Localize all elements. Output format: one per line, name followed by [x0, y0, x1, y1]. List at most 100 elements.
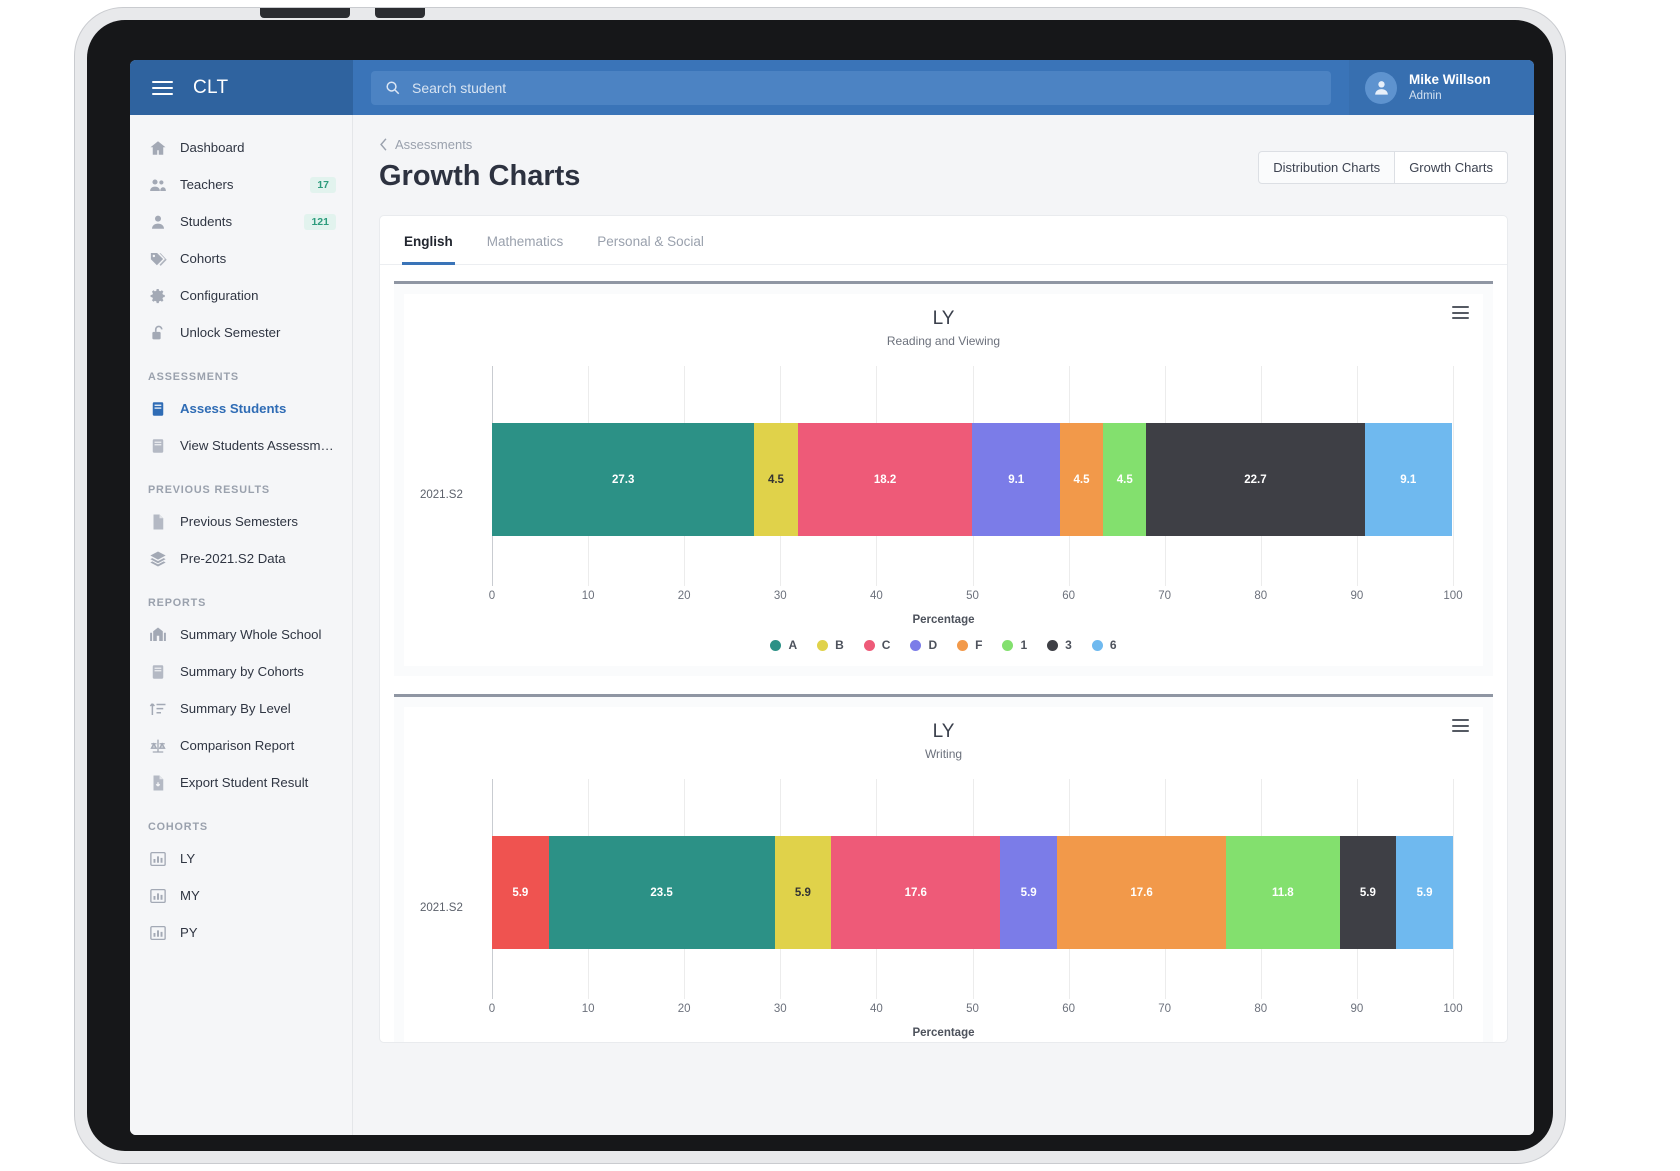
page-header: Assessments Growth Charts Distribution C… — [379, 137, 1508, 193]
sort-icon — [148, 699, 167, 718]
chart-subtitle: Writing — [924, 747, 963, 761]
x-tick-label: 40 — [869, 590, 883, 602]
bar-segment-E[interactable]: 5.9 — [492, 836, 549, 949]
sidebar-item-previous-semesters[interactable]: Previous Semesters — [130, 503, 352, 540]
teachers-icon — [148, 175, 167, 194]
sidebar-item-configuration[interactable]: Configuration — [130, 277, 352, 314]
sidebar-item-ly[interactable]: LY — [130, 840, 352, 877]
book-alt-icon — [148, 662, 167, 681]
chart-type-toggle[interactable]: Distribution Charts Growth Charts — [1258, 151, 1508, 184]
chart-title: LY — [932, 308, 955, 329]
bar-segment-D[interactable]: 5.9 — [1000, 836, 1058, 949]
user-menu[interactable]: Mike Willson Admin — [1349, 60, 1534, 115]
sidebar-item-cohorts[interactable]: Cohorts — [130, 240, 352, 277]
subject-tabs[interactable]: English Mathematics Personal & Social — [380, 216, 1507, 265]
bar-segment-C[interactable]: 17.6 — [831, 836, 1001, 949]
bar-chart-icon — [148, 923, 167, 942]
sidebar-item-summary-whole-school[interactable]: Summary Whole School — [130, 616, 352, 653]
legend-item-6[interactable]: 6 — [1091, 638, 1117, 652]
bar-chart-icon — [148, 886, 167, 905]
bar-segment-B[interactable]: 5.9 — [774, 836, 832, 949]
breadcrumb[interactable]: Assessments — [379, 137, 580, 152]
bar-segment-D[interactable]: 9.1 — [972, 423, 1060, 536]
sidebar-item-label: Unlock Semester — [180, 325, 281, 340]
hamburger-icon[interactable] — [152, 80, 173, 95]
sidebar-item-view-students-assessm[interactable]: View Students Assessm… — [130, 427, 352, 464]
chart-menu-icon[interactable] — [1452, 306, 1469, 319]
chart-card: LY Reading and Viewing 2021.S2 27.3 4.5 18.2 9… — [394, 281, 1493, 676]
bar-segment-F[interactable]: 4.5 — [1059, 423, 1104, 536]
tablet-device-frame: CLT Mike Willso — [75, 8, 1565, 1163]
brand-area: CLT — [130, 60, 353, 115]
tab-english[interactable]: English — [402, 216, 455, 265]
sidebar-item-students[interactable]: Students 121 — [130, 203, 352, 240]
bar-segment-A[interactable]: 27.3 — [492, 423, 755, 536]
person-icon — [1374, 81, 1388, 95]
growth-charts-button[interactable]: Growth Charts — [1395, 151, 1508, 184]
search-bar[interactable] — [371, 70, 1331, 105]
top-bar: CLT Mike Willso — [130, 60, 1534, 115]
bar-segment-B[interactable]: 4.5 — [754, 423, 798, 536]
sidebar-section-title: REPORTS — [148, 597, 207, 609]
sidebar-item-badge: 17 — [310, 176, 336, 193]
sidebar[interactable]: Dashboard Teachers 17 Students 121 Cohorts Con… — [130, 115, 353, 1135]
sidebar-item-label: Previous Semesters — [180, 514, 298, 529]
sidebar-item-label: PY — [180, 925, 198, 940]
sidebar-section-title: COHORTS — [148, 821, 208, 833]
chart-menu-icon[interactable] — [1452, 719, 1469, 732]
sidebar-item-unlock-semester[interactable]: Unlock Semester — [130, 314, 352, 351]
plot: 2021.S2 27.3 4.5 18.2 9.1 4.5 4.5 22.7 9.1 0 10 20 3… — [420, 366, 1467, 626]
sidebar-item-label: Configuration — [180, 288, 259, 303]
bar-segment-3[interactable]: 5.9 — [1339, 836, 1397, 949]
legend-item-C[interactable]: C — [863, 638, 890, 652]
bar-segment-1[interactable]: 11.8 — [1226, 836, 1340, 949]
tab-mathematics[interactable]: Mathematics — [485, 216, 566, 265]
sidebar-item-summary-by-level[interactable]: Summary By Level — [130, 690, 352, 727]
bar-segment-6[interactable]: 5.9 — [1396, 836, 1453, 949]
sidebar-item-pre-2021-s2-data[interactable]: Pre-2021.S2 Data — [130, 540, 352, 577]
sidebar-item-comparison-report[interactable]: Comparison Report — [130, 727, 352, 764]
sidebar-item-label: Summary by Cohorts — [180, 664, 304, 679]
user-name: Mike Willson — [1409, 71, 1491, 87]
home-icon — [148, 138, 167, 157]
sidebar-item-assess-students[interactable]: Assess Students — [130, 390, 352, 427]
x-tick-label: 70 — [1158, 590, 1172, 602]
legend-item-A[interactable]: A — [770, 638, 797, 652]
legend-item-1[interactable]: 1 — [1002, 638, 1027, 652]
legend-item-3[interactable]: 3 — [1047, 638, 1072, 652]
bar-segment-1[interactable]: 4.5 — [1103, 423, 1147, 536]
bar-segment-3[interactable]: 22.7 — [1146, 423, 1365, 536]
legend-color-dot — [910, 639, 922, 651]
x-tick-label: 20 — [677, 1003, 691, 1015]
bar-segment-F[interactable]: 17.6 — [1057, 836, 1227, 949]
legend-item-D[interactable]: D — [910, 638, 937, 652]
layers-icon — [148, 549, 167, 568]
sidebar-item-my[interactable]: MY — [130, 877, 352, 914]
bar-segment-C[interactable]: 18.2 — [797, 423, 973, 536]
bar-segment-6[interactable]: 9.1 — [1364, 423, 1452, 536]
plot: 2021.S2 5.9 23.5 5.9 17.6 5.9 17.6 11.8 5.9 5.9 0 1… — [420, 779, 1467, 1039]
device-antenna-line-2 — [375, 8, 425, 18]
sidebar-item-label: Comparison Report — [180, 738, 295, 753]
tab-personal-social[interactable]: Personal & Social — [595, 216, 706, 265]
sidebar-item-summary-by-cohorts[interactable]: Summary by Cohorts — [130, 653, 352, 690]
x-tick-label: 20 — [677, 590, 691, 602]
x-tick-label: 10 — [581, 590, 595, 602]
sidebar-item-teachers[interactable]: Teachers 17 — [130, 166, 352, 203]
book-icon — [148, 399, 167, 418]
sidebar-item-py[interactable]: PY — [130, 914, 352, 951]
sidebar-item-label: Assess Students — [180, 401, 287, 416]
legend-item-B[interactable]: B — [817, 638, 844, 652]
x-tick-label: 100 — [1443, 590, 1463, 602]
search-input[interactable] — [412, 79, 1317, 96]
sidebar-item-label: Pre-2021.S2 Data — [180, 551, 286, 566]
legend-item-F[interactable]: F — [957, 638, 982, 652]
x-tick-label: 90 — [1350, 1003, 1364, 1015]
distribution-charts-button[interactable]: Distribution Charts — [1258, 151, 1396, 184]
bar-segment-A[interactable]: 23.5 — [548, 836, 775, 949]
sidebar-item-label: LY — [180, 851, 196, 866]
sidebar-item-export-student-result[interactable]: Export Student Result — [130, 764, 352, 801]
x-tick-label: 70 — [1158, 1003, 1172, 1015]
device-bezel: CLT Mike Willso — [87, 20, 1553, 1151]
sidebar-item-dashboard[interactable]: Dashboard — [130, 129, 352, 166]
